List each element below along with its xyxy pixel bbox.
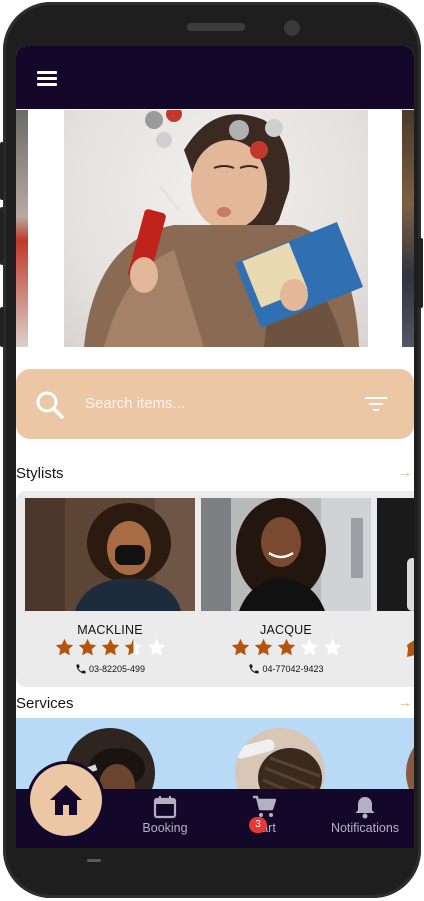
star-icon [323, 638, 341, 656]
star-icon [55, 638, 73, 656]
stylist-phone-number: 04-77042-9423 [262, 664, 324, 674]
star-icon [124, 638, 142, 656]
stylist-phone[interactable]: 03-82205-499 [25, 663, 195, 675]
volume-down-button [0, 207, 4, 265]
calendar-icon [153, 796, 177, 819]
mute-switch [0, 307, 4, 347]
phone-icon [249, 664, 259, 674]
home-button[interactable] [30, 764, 102, 836]
stylist-card-partial[interactable] [377, 498, 414, 683]
nav-notifications[interactable]: Notifications [325, 795, 405, 835]
stylist-photo [377, 498, 414, 611]
star-icon [407, 640, 414, 657]
power-button [418, 238, 423, 308]
stylists-heading: Stylists [16, 465, 64, 482]
search-input[interactable]: Search items... [85, 395, 185, 412]
services-heading: Services [16, 695, 74, 712]
service-braids[interactable] [235, 728, 325, 798]
app-bar [16, 46, 414, 109]
star-icon [231, 638, 249, 656]
nav-booking-label: Booking [142, 821, 188, 835]
stylist-card[interactable]: JACQUE 04-77042-9423 [201, 498, 372, 683]
stylist-name: MACKLINE [77, 623, 143, 637]
cart-icon [253, 795, 276, 817]
stylist-photo [201, 498, 371, 611]
stylists-more-arrow-icon[interactable]: → [398, 464, 412, 480]
filter-icon[interactable] [365, 396, 387, 412]
stylist-phone-number: 03-82205-499 [88, 664, 146, 674]
nav-notifications-label: Notifications [330, 821, 400, 835]
services-more-arrow-icon[interactable]: → [398, 694, 412, 710]
stylist-name: JACQUE [260, 623, 312, 637]
nav-cart[interactable]: Cart 3 [249, 795, 279, 835]
star-icon [101, 638, 119, 656]
stylists-carousel[interactable]: MACKLINE 03-82205-499 JACQUE 04-77042-94… [16, 491, 414, 687]
app-screen: Search items... Stylists → MACKLINE 03-8… [16, 46, 414, 848]
star-icon [254, 638, 272, 656]
earpiece-speaker [187, 23, 245, 31]
stylist-photo [25, 498, 195, 611]
hamburger-icon[interactable] [37, 71, 57, 86]
promo-banner-image [64, 110, 368, 347]
front-camera [284, 20, 300, 36]
service-partial[interactable] [406, 728, 414, 798]
carousel-prev-slide [16, 110, 28, 347]
stylist-rating [25, 638, 195, 657]
home-icon [50, 785, 82, 815]
promo-carousel[interactable] [16, 110, 414, 347]
stylist-phone[interactable]: 04-77042-9423 [201, 663, 371, 675]
star-icon [277, 638, 295, 656]
star-icon [78, 638, 96, 656]
cart-count-badge: 3 [249, 817, 267, 833]
phone-frame: Search items... Stylists → MACKLINE 03-8… [0, 2, 423, 898]
star-icon [147, 638, 165, 656]
stylist-card[interactable]: MACKLINE 03-82205-499 [25, 498, 196, 683]
star-icon [300, 638, 318, 656]
bell-icon [355, 797, 375, 819]
phone-icon [76, 664, 86, 674]
carousel-next-slide [402, 110, 414, 347]
search-icon [36, 391, 64, 419]
status-dash [87, 859, 101, 862]
volume-up-button [0, 142, 4, 200]
stylist-rating [201, 638, 371, 657]
nav-booking[interactable]: Booking [140, 795, 190, 835]
search-bar[interactable]: Search items... [16, 369, 414, 439]
